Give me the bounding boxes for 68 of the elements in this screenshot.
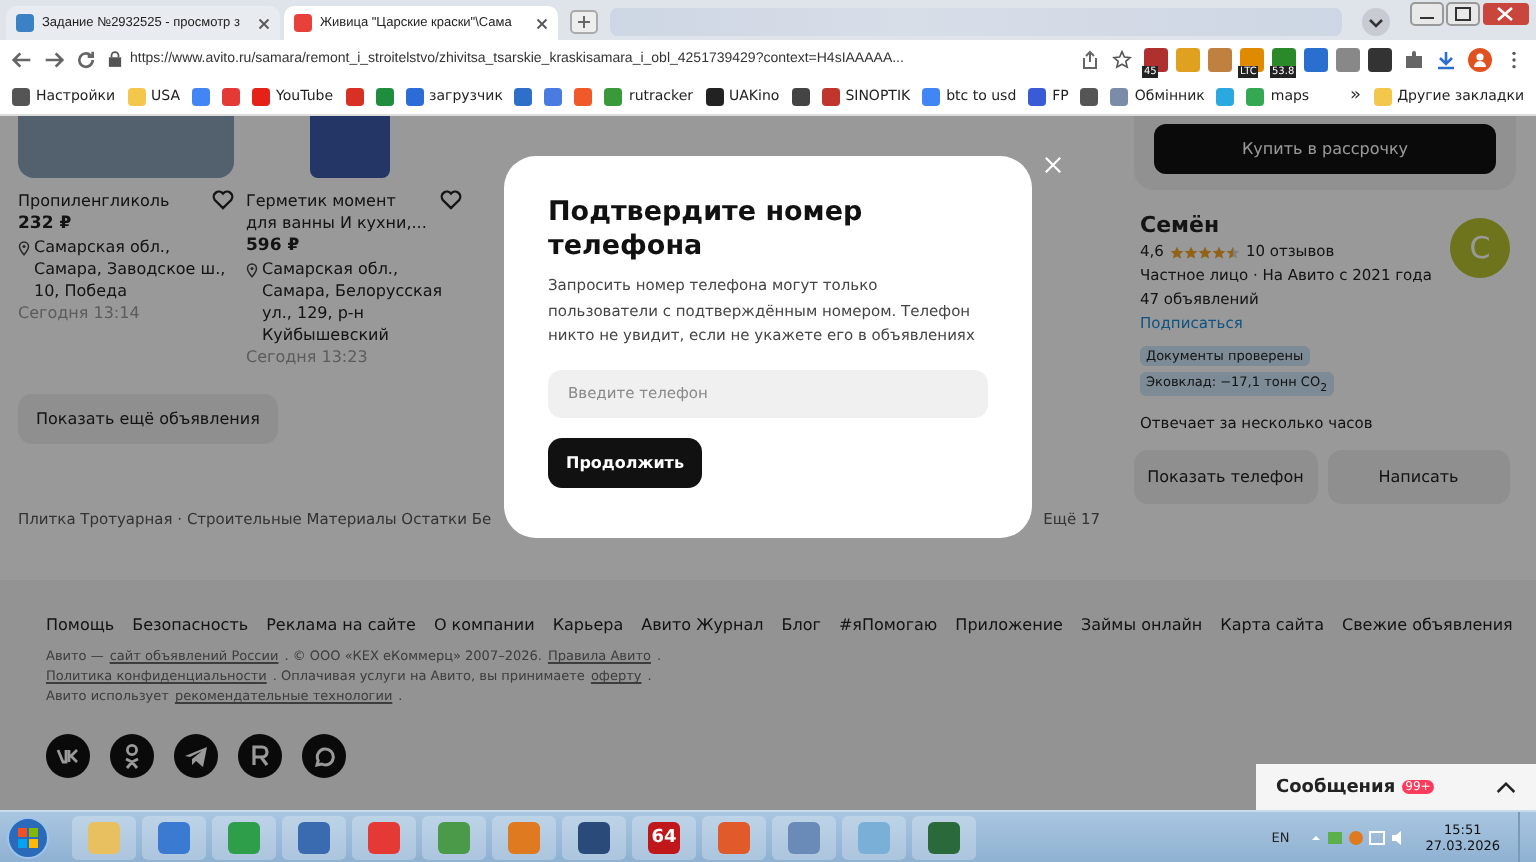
new-tab-icon[interactable] xyxy=(570,10,598,34)
footer-link[interactable]: Блог xyxy=(781,616,821,634)
footer-link[interactable]: Займы онлайн xyxy=(1080,616,1203,634)
extension-icon[interactable] xyxy=(1368,47,1392,71)
listing-title[interactable]: Пропиленгликоль xyxy=(18,190,202,212)
bookmark-icon[interactable] xyxy=(375,87,394,105)
heart-icon[interactable] xyxy=(440,190,462,210)
dropdown-icon[interactable] xyxy=(1362,8,1390,36)
dialog-title: Подтвердите номер телефона xyxy=(548,196,865,264)
bookmark-icon[interactable] xyxy=(791,87,810,105)
continue-button[interactable]: Продолжить xyxy=(548,437,702,487)
bookmark-icon[interactable] xyxy=(345,87,364,105)
listing-price: 232 ₽ xyxy=(18,212,74,236)
more-bookmarks-button[interactable]: » xyxy=(1350,86,1362,106)
photo-placeholder xyxy=(310,116,390,178)
footer-link[interactable]: Приложение xyxy=(955,616,1063,634)
footer-link[interactable]: Карьера xyxy=(552,616,624,634)
location-pin-icon xyxy=(246,262,258,278)
footer-link[interactable]: Карта сайта xyxy=(1220,616,1324,634)
taskbar-app[interactable]: 64 xyxy=(632,815,696,859)
footer-link[interactable]: #яПомогаю xyxy=(838,616,938,634)
taskbar-app[interactable] xyxy=(912,815,976,859)
listing-title[interactable]: Герметик момент для ванны И кухни,... xyxy=(246,190,430,234)
profile-avatar-icon[interactable] xyxy=(1468,47,1492,71)
back-icon[interactable] xyxy=(12,49,32,69)
footer-link[interactable]: Безопасность xyxy=(132,616,249,634)
taskbar-app[interactable] xyxy=(352,815,416,859)
start-button[interactable] xyxy=(6,815,50,859)
listing-price: 596 ₽ xyxy=(246,234,302,258)
bookmark-icon[interactable] xyxy=(222,87,241,105)
seller-name[interactable]: Семён xyxy=(1140,210,1432,240)
installment-button[interactable]: Купить в рассрочку xyxy=(1154,124,1496,174)
social-icon[interactable] xyxy=(238,734,282,778)
location-pin-icon xyxy=(18,240,30,256)
footer-link[interactable]: О компании xyxy=(433,616,535,634)
footer-link[interactable]: Авито Журнал xyxy=(641,616,764,634)
listing-date: Сегодня 13:23 xyxy=(246,346,370,368)
chat-bubble-icon[interactable] xyxy=(302,734,346,778)
footer-link[interactable]: Реклама на сайте xyxy=(266,616,416,634)
listing-date: Сегодня 13:14 xyxy=(18,302,142,324)
paper-plane-icon[interactable] xyxy=(174,734,218,778)
window-controls-icon[interactable] xyxy=(1410,2,1530,26)
write-message-button[interactable]: Написать xyxy=(1327,450,1510,505)
listing-address: Самарская обл., Самара, Заводское ш., 10, Победа xyxy=(34,236,228,302)
social-icon[interactable] xyxy=(110,734,154,778)
listing-address: Самарская обл., Самара, Белорусская ул., 129, р-н Куйбышевский xyxy=(262,258,445,346)
taskbar-app[interactable] xyxy=(142,815,206,859)
footer-link[interactable]: Помощь xyxy=(46,616,115,634)
social-icon[interactable] xyxy=(46,734,90,778)
star-icon[interactable] xyxy=(1112,49,1132,69)
app-icon: 64 xyxy=(648,821,680,853)
reload-icon[interactable] xyxy=(76,49,96,69)
forward-icon[interactable] xyxy=(44,49,64,69)
puzzle-icon[interactable] xyxy=(1404,49,1424,69)
download-icon[interactable] xyxy=(1436,49,1456,69)
show-more-button[interactable]: Показать ещё объявления xyxy=(18,394,278,444)
bookmark-icon[interactable] xyxy=(514,87,533,105)
share-icon[interactable] xyxy=(1080,49,1100,69)
chevron-up-icon[interactable] xyxy=(1496,780,1516,794)
close-icon[interactable] xyxy=(258,17,270,29)
footer-link[interactable]: Свежие объявления xyxy=(1341,616,1513,634)
close-icon[interactable] xyxy=(536,17,548,29)
taskbar-app[interactable] xyxy=(282,815,346,859)
show-phone-button[interactable]: Показать телефон xyxy=(1134,450,1317,505)
heart-icon[interactable] xyxy=(212,190,234,210)
taskbar-app[interactable] xyxy=(562,815,626,859)
bookmark-icon[interactable] xyxy=(1080,87,1099,105)
lock-icon xyxy=(108,50,122,68)
